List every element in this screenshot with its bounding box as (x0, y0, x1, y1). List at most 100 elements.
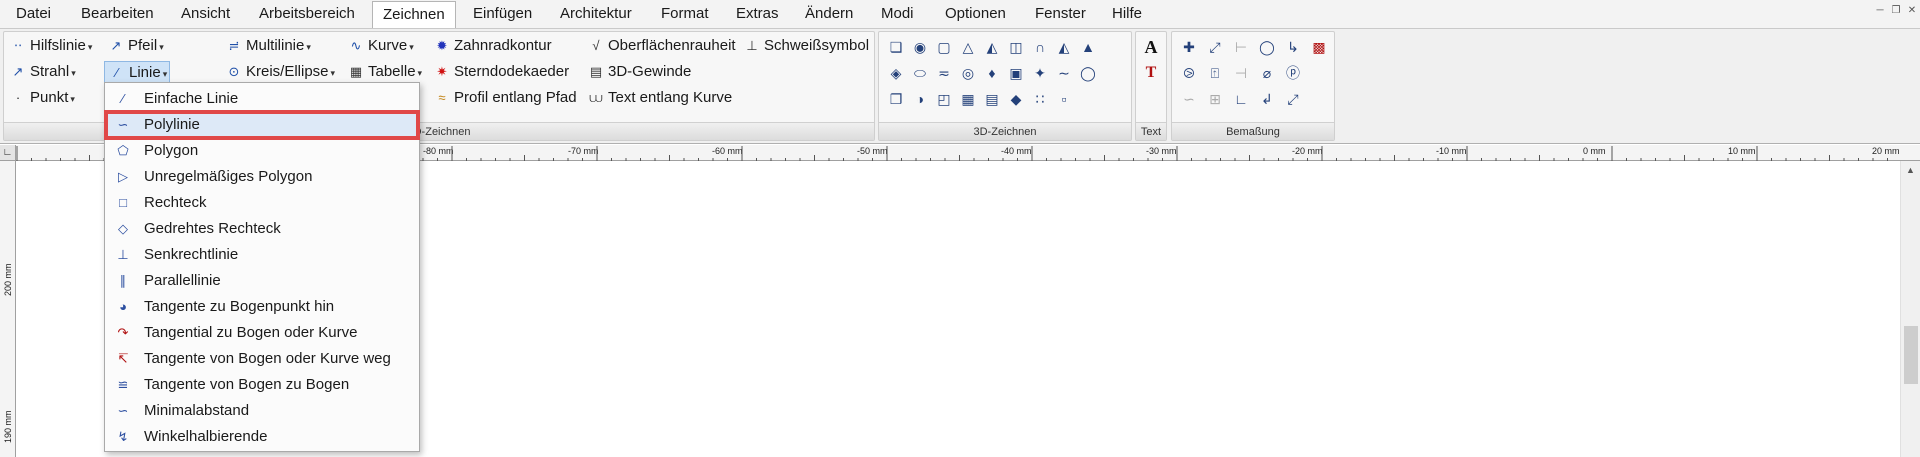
menu-item-tangential-zu-bogen[interactable]: ↷ Tangential zu Bogen oder Kurve (107, 321, 417, 345)
coordinate-dimension-icon[interactable]: ∟ (1230, 88, 1252, 110)
menu-item-tangente-zu-bogenpunkt[interactable]: ◕ Tangente zu Bogenpunkt hin (107, 295, 417, 319)
menu-item-polylinie[interactable]: ∽ Polylinie (104, 110, 420, 140)
kurve-button[interactable]: ∿ Kurve ▾ (344, 35, 416, 57)
menu-architektur[interactable]: Architektur (550, 3, 642, 27)
strahl-button[interactable]: ↗ Strahl ▾ (6, 61, 78, 83)
revolve-icon[interactable]: ▲ (1077, 36, 1099, 58)
linear-dimension-icon[interactable]: ✚ (1178, 36, 1200, 58)
menu-zeichnen[interactable]: Zeichnen (372, 1, 456, 28)
menu-hilfe[interactable]: Hilfe (1102, 3, 1152, 27)
menu-bearbeiten[interactable]: Bearbeiten (71, 3, 164, 27)
hilfslinie-button[interactable]: ⋅⋅ Hilfslinie ▾ (6, 35, 94, 57)
wedge-icon[interactable]: ◈ (885, 62, 907, 84)
line-icon: ⁄ (115, 65, 119, 80)
menu-item-rechteck[interactable]: □ Rechteck (107, 191, 417, 215)
ruler-label: 200 mm (3, 263, 13, 296)
angular-dimension-icon[interactable]: ⧁ (1178, 62, 1200, 84)
leader-icon[interactable]: ↳ (1282, 36, 1304, 58)
grid-icon[interactable]: ▦ (957, 88, 979, 110)
restore-icon[interactable]: ❐ (1889, 5, 1903, 16)
menu-item-winkelhalbierende[interactable]: ↯ Winkelhalbierende (107, 425, 417, 449)
ruler-origin-icon[interactable]: ∟ (0, 145, 16, 161)
menu-item-parallellinie[interactable]: ∥ Parallellinie (107, 269, 417, 293)
schweisssymbol-button[interactable]: ⊥ Schweißsymbol (740, 35, 871, 57)
radius-dimension-icon[interactable]: ◯ (1256, 36, 1278, 58)
multilinie-button[interactable]: ≓ Multilinie ▾ (222, 35, 313, 57)
ellipsoid-icon[interactable]: ⬭ (909, 62, 931, 84)
aligned-dimension-icon[interactable]: ⤢ (1204, 36, 1226, 58)
menu-arbeitsbereich[interactable]: Arbeitsbereich (249, 3, 365, 27)
text-format-icon[interactable]: T (1140, 62, 1162, 84)
linie-button[interactable]: ⁄ Linie ▾ (104, 61, 171, 83)
solid-icon[interactable]: ◑ (909, 88, 931, 110)
tolerance-icon[interactable]: ▩ (1308, 36, 1330, 58)
menu-item-einfache-linie[interactable]: ⁄ Einfache Linie (107, 87, 417, 111)
multiline-icon: ≓ (228, 38, 240, 53)
close-icon[interactable]: ✕ (1905, 5, 1919, 16)
extrude-icon[interactable]: ◭ (1053, 36, 1075, 58)
menu-bar: Datei Bearbeiten Ansicht Arbeitsbereich … (0, 0, 1920, 28)
profil-entlang-pfad-button[interactable]: ≈ Profil entlang Pfad (430, 87, 579, 109)
oberflaechenrauheit-button[interactable]: √ Oberflächenrauheit (584, 35, 738, 57)
diameter-dimension-icon[interactable]: ⌀ (1256, 62, 1278, 84)
box-icon[interactable]: ❏ (885, 36, 907, 58)
chevron-down-icon: ▾ (87, 42, 93, 52)
barrel-icon[interactable]: ◰ (933, 88, 955, 110)
torus-icon[interactable]: ∩ (1029, 36, 1051, 58)
punkt-button[interactable]: · Punkt ▾ (6, 87, 77, 109)
slab-icon[interactable]: ▤ (981, 88, 1003, 110)
text-icon[interactable]: A (1140, 36, 1162, 58)
gewinde-3d-button[interactable]: ▤ 3D-Gewinde (584, 61, 693, 83)
menu-item-unregelmaessiges-polygon[interactable]: ▷ Unregelmäßiges Polygon (107, 165, 417, 189)
array-icon[interactable]: ∷ (1029, 88, 1051, 110)
menu-ansicht[interactable]: Ansicht (171, 3, 240, 27)
menu-extras[interactable]: Extras (726, 3, 789, 27)
group-text: A T Text (1135, 31, 1167, 141)
menu-fenster[interactable]: Fenster (1025, 3, 1096, 27)
pyramid-icon[interactable]: ◭ (981, 36, 1003, 58)
loft-icon[interactable]: ◯ (1077, 62, 1099, 84)
facet-icon[interactable]: ◆ (1005, 88, 1027, 110)
edit-dimension-icon[interactable]: ↲ (1256, 88, 1278, 110)
spring-icon[interactable]: ≂ (933, 62, 955, 84)
menu-item-senkrechtlinie[interactable]: ⊥ Senkrechtlinie (107, 243, 417, 267)
scroll-up-icon[interactable]: ▲ (1906, 165, 1915, 175)
ordinate-dimension-icon[interactable]: ⍐ (1204, 62, 1226, 84)
prism-icon[interactable]: ♦ (981, 62, 1003, 84)
angle-bisector-icon: ↯ (117, 429, 129, 444)
pfeil-button[interactable]: ↗ Pfeil ▾ (104, 35, 166, 57)
menu-optionen[interactable]: Optionen (935, 3, 1016, 27)
kreis-ellipse-button[interactable]: ⊙ Kreis/Ellipse ▾ (222, 61, 337, 83)
polyhedron-icon[interactable]: ✦ (1029, 62, 1051, 84)
menu-datei[interactable]: Datei (6, 3, 61, 27)
scroll-thumb[interactable] (1904, 326, 1918, 384)
menu-aendern[interactable]: Ändern (795, 3, 863, 27)
balloon-icon[interactable]: ⓟ (1282, 62, 1304, 84)
sphere-icon[interactable]: ◉ (909, 36, 931, 58)
frustum-icon[interactable]: ▣ (1005, 62, 1027, 84)
cylinder-icon[interactable]: ◫ (1005, 36, 1027, 58)
minimize-icon[interactable]: ─ (1873, 5, 1887, 16)
cone-icon[interactable]: △ (957, 36, 979, 58)
cube-icon[interactable]: ▢ (933, 36, 955, 58)
menu-item-minimalabstand[interactable]: ∽ Minimalabstand (107, 399, 417, 423)
menu-item-polygon[interactable]: ⬠ Polygon (107, 139, 417, 163)
zahnradkontur-button[interactable]: ✹ Zahnradkontur (430, 35, 554, 57)
sterndodekaeder-button[interactable]: ✷ Sterndodekaeder (430, 61, 571, 83)
chevron-down-icon: ▾ (409, 42, 414, 52)
simple-line-icon: ⁄ (121, 91, 125, 106)
ring-icon[interactable]: ◎ (957, 62, 979, 84)
tabelle-button[interactable]: ▦ Tabelle ▾ (344, 61, 424, 83)
menu-item-gedrehtes-rechteck[interactable]: ◇ Gedrehtes Rechteck (107, 217, 417, 241)
dimension-style-icon[interactable]: ⤢ (1282, 88, 1304, 110)
vertical-scrollbar[interactable]: ▲ (1900, 161, 1920, 457)
menu-einfuegen[interactable]: Einfügen (463, 3, 542, 27)
menu-item-tangente-von-bogen-weg[interactable]: ↸ Tangente von Bogen oder Kurve weg (107, 347, 417, 371)
menu-format[interactable]: Format (651, 3, 719, 27)
sweep-icon[interactable]: ∼ (1053, 62, 1075, 84)
menu-modi[interactable]: Modi (871, 3, 924, 27)
menu-item-tangente-bogen-zu-bogen[interactable]: ≌ Tangente von Bogen zu Bogen (107, 373, 417, 397)
shell-icon[interactable]: ❐ (885, 88, 907, 110)
weld-symbol-icon: ⊥ (746, 38, 758, 53)
text-entlang-kurve-button[interactable]: ⩊ Text entlang Kurve (584, 87, 734, 109)
